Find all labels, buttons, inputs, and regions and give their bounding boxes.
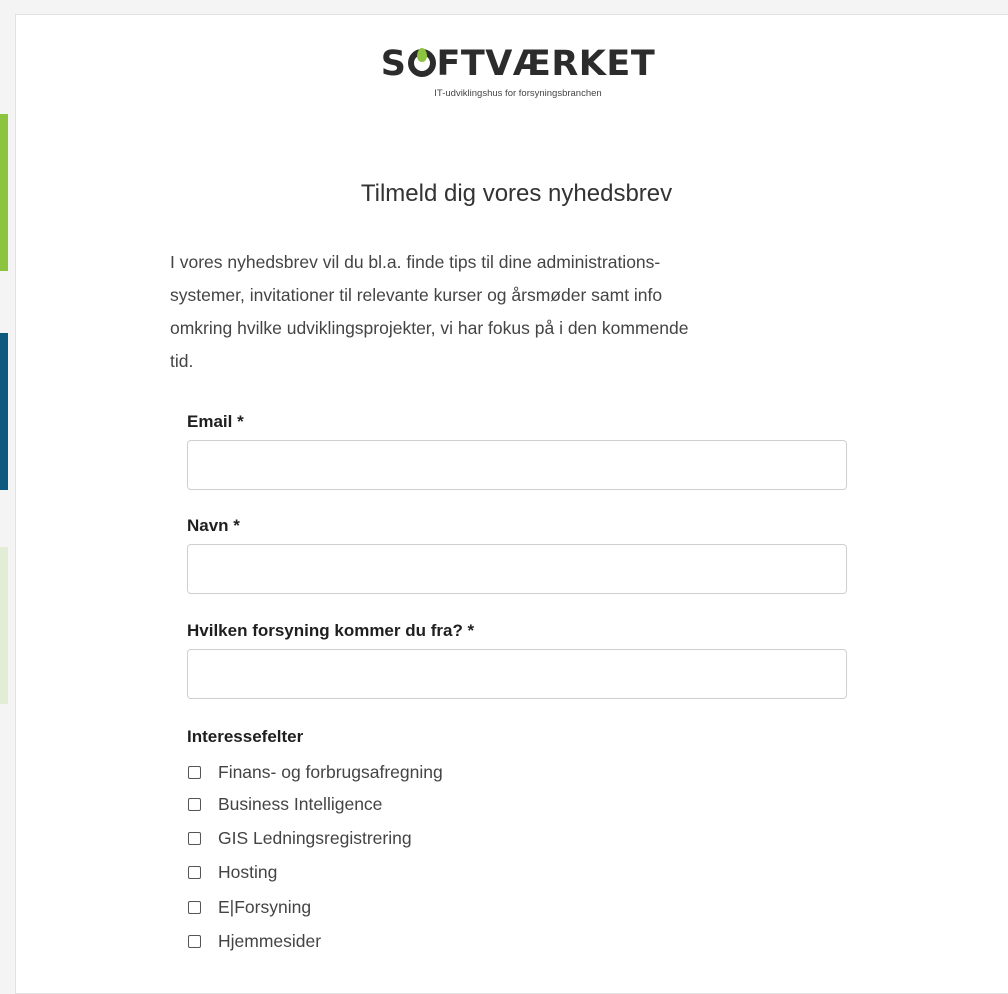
interests-heading: Interessefelter [187,727,304,746]
intro-line: tid. [170,351,194,371]
side-tab-green[interactable] [0,114,8,271]
interest-checkbox-hosting[interactable]: Hosting [188,861,277,883]
checkbox-icon[interactable] [188,934,201,948]
checkbox-icon[interactable] [188,797,201,811]
email-field[interactable] [187,440,847,490]
checkbox-icon[interactable] [188,865,201,879]
intro-line: omkring hvilke udviklingsprojekter, vi h… [170,318,689,338]
side-tab-pale[interactable] [0,547,8,704]
utility-field[interactable] [187,649,847,699]
side-tab-blue[interactable] [0,333,8,490]
interest-checkbox-websites[interactable]: Hjemmesider [188,930,321,952]
name-label: Navn * [187,516,240,535]
logo-text-start: S [380,44,407,84]
logo-wordmark: S FTVÆRKET [368,44,668,84]
checkbox-label[interactable]: Finans- og forbrugsafregning [218,762,443,783]
logo-tagline: IT-udviklingshus for forsyningsbranchen [434,88,602,99]
checkbox-icon[interactable] [188,765,201,779]
page-title: Tilmeld dig vores nyhedsbrev [360,180,673,207]
checkbox-label[interactable]: Hosting [218,862,277,883]
interest-checkbox-finance[interactable]: Finans- og forbrugsafregning [188,761,443,783]
intro-line: I vores nyhedsbrev vil du bl.a. finde ti… [170,252,661,272]
logo-text-end: FTVÆRKET [436,44,656,84]
brand-logo[interactable]: S FTVÆRKET IT-udviklingshus for forsyning… [368,44,668,99]
checkbox-label[interactable]: Hjemmesider [218,931,321,952]
name-field[interactable] [187,544,847,594]
intro-text: I vores nyhedsbrev vil du bl.a. finde ti… [170,246,830,378]
intro-line: systemer, invitationer til relevante kur… [170,285,663,305]
newsletter-panel [15,14,1008,994]
checkbox-label[interactable]: E|Forsyning [218,897,311,918]
email-label: Email * [187,412,244,431]
interest-checkbox-eforsyning[interactable]: E|Forsyning [188,896,311,918]
drop-icon [407,48,436,77]
checkbox-icon[interactable] [188,831,201,845]
checkbox-label[interactable]: GIS Ledningsregistrering [218,828,412,849]
checkbox-icon[interactable] [188,900,201,914]
utility-label: Hvilken forsyning kommer du fra? * [187,621,475,640]
checkbox-label[interactable]: Business Intelligence [218,794,382,815]
interest-checkbox-business-intelligence[interactable]: Business Intelligence [188,793,382,815]
interest-checkbox-gis[interactable]: GIS Ledningsregistrering [188,827,412,849]
